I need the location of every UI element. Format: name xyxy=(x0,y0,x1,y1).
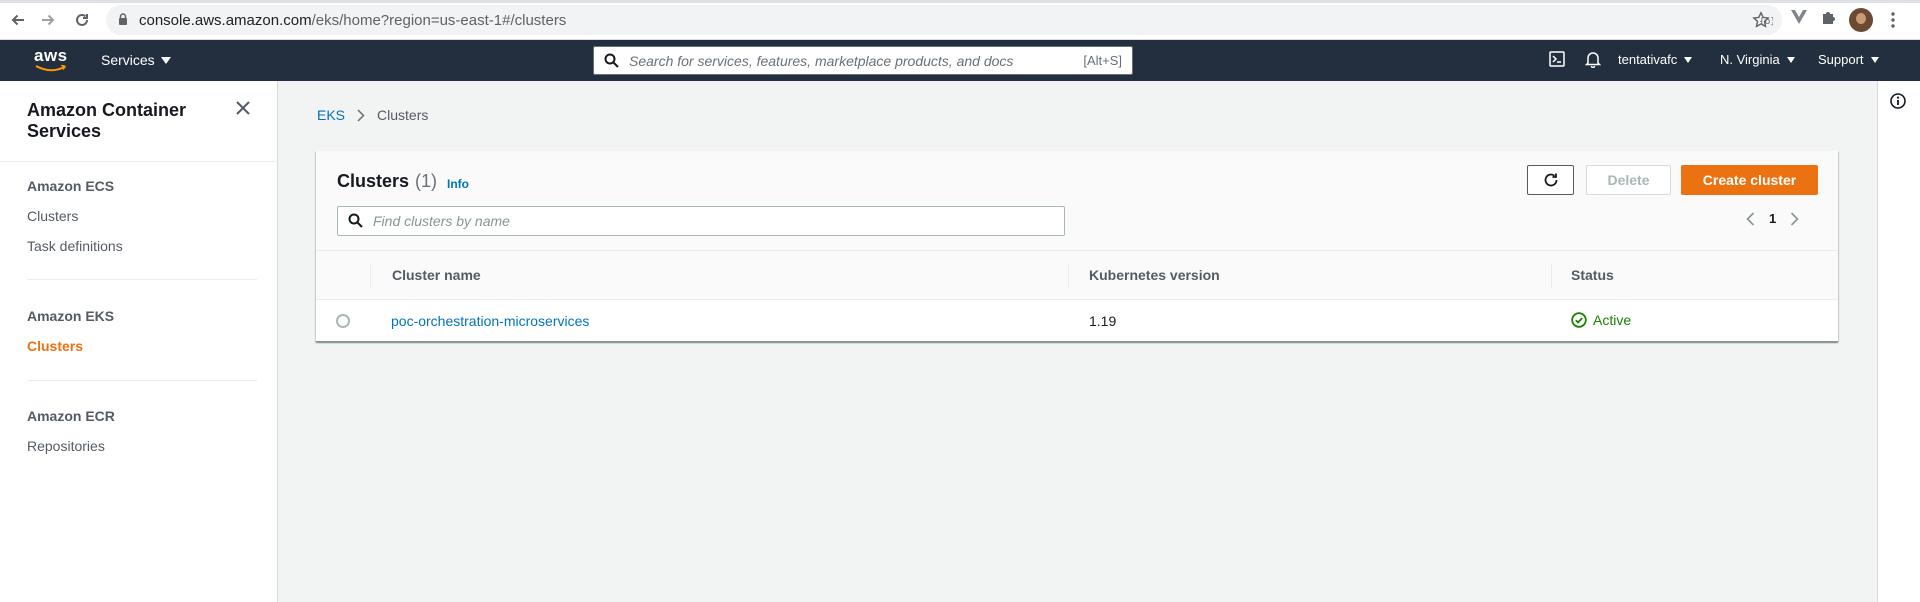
cluster-name-link[interactable]: poc-orchestration-microservices xyxy=(391,313,589,329)
close-icon xyxy=(236,101,250,115)
extension-icon[interactable]: {o} xyxy=(1759,13,1776,31)
arrow-left-icon xyxy=(11,14,24,26)
side-section-ecr: Amazon ECR xyxy=(27,408,115,424)
divider xyxy=(0,161,278,162)
caret-down-icon xyxy=(1786,56,1795,63)
search-placeholder: Search for services, features, marketpla… xyxy=(629,53,1014,69)
column-divider xyxy=(1551,264,1552,288)
avatar[interactable] xyxy=(1849,8,1873,32)
status-badge: Active xyxy=(1571,312,1631,328)
pagination: 1 xyxy=(1746,211,1799,226)
column-header-kubernetes-version[interactable]: Kubernetes version xyxy=(1089,267,1220,283)
create-cluster-button[interactable]: Create cluster xyxy=(1681,165,1818,195)
refresh-icon xyxy=(1544,173,1557,187)
cluster-filter-input[interactable]: Find clusters by name xyxy=(337,206,1065,236)
notifications-button[interactable] xyxy=(1584,51,1602,73)
column-divider xyxy=(370,264,371,288)
url-text: console.aws.amazon.com/eks/home?region=u… xyxy=(139,12,567,29)
extensions-menu-button[interactable] xyxy=(1821,9,1837,30)
refresh-button[interactable] xyxy=(1527,165,1574,195)
search-icon xyxy=(604,53,619,68)
side-section-eks: Amazon EKS xyxy=(27,308,115,324)
delete-button[interactable]: Delete xyxy=(1586,165,1671,195)
caret-down-icon xyxy=(1684,56,1693,63)
divider xyxy=(27,380,257,381)
kubernetes-version: 1.19 xyxy=(1089,313,1117,329)
code-extension-icon: {o} xyxy=(1759,17,1776,27)
page-title: Clusters (1) xyxy=(337,171,438,191)
table-header-row: Cluster name Kubernetes version Status xyxy=(316,251,1838,300)
row-select-radio[interactable] xyxy=(336,314,350,328)
side-link-eks-clusters[interactable]: Clusters xyxy=(27,338,83,354)
breadcrumb-clusters: Clusters xyxy=(377,107,429,123)
clusters-table-container: Clusters (1) Info Delete Create cluster … xyxy=(316,151,1838,342)
column-divider xyxy=(1068,264,1069,288)
arrow-right-icon xyxy=(42,14,55,26)
info-icon xyxy=(1890,93,1906,109)
caret-down-icon xyxy=(160,56,171,64)
tools-rail xyxy=(1877,81,1920,602)
chevron-left-icon[interactable] xyxy=(1746,211,1755,226)
cluster-count: (1) xyxy=(415,171,438,191)
more-vertical-icon xyxy=(1891,12,1895,28)
caret-down-icon xyxy=(1870,56,1879,63)
aws-top-nav: aws Services Search for services, featur… xyxy=(0,40,1920,81)
vue-extension-icon xyxy=(1791,10,1807,24)
info-panel-button[interactable] xyxy=(1890,93,1906,114)
page-number[interactable]: 1 xyxy=(1769,211,1776,226)
side-nav-title[interactable]: Amazon Container Services xyxy=(27,100,227,142)
side-link-ecs-clusters[interactable]: Clusters xyxy=(27,208,78,224)
column-header-cluster-name[interactable]: Cluster name xyxy=(392,267,481,283)
account-menu[interactable]: tentativafc xyxy=(1618,52,1693,67)
side-navigation: Amazon Container Services Amazon ECS Clu… xyxy=(0,81,278,602)
aws-logo[interactable]: aws xyxy=(34,46,68,74)
services-menu[interactable]: Services xyxy=(101,52,171,68)
puzzle-icon xyxy=(1823,12,1835,24)
forward-button[interactable] xyxy=(36,8,60,32)
extension-icon[interactable] xyxy=(1790,9,1808,30)
support-menu[interactable]: Support xyxy=(1818,52,1879,67)
back-button[interactable] xyxy=(6,8,30,32)
column-header-status[interactable]: Status xyxy=(1571,267,1614,283)
reload-button[interactable] xyxy=(70,8,94,32)
chevron-right-icon xyxy=(357,108,365,122)
aws-smile-icon xyxy=(35,65,67,72)
global-search-input[interactable]: Search for services, features, marketpla… xyxy=(593,46,1133,75)
region-menu[interactable]: N. Virginia xyxy=(1720,52,1795,67)
terminal-icon xyxy=(1549,51,1565,67)
breadcrumb: EKS Clusters xyxy=(317,107,428,123)
side-link-repositories[interactable]: Repositories xyxy=(27,438,105,454)
divider xyxy=(27,279,257,280)
browser-menu-button[interactable] xyxy=(1891,12,1895,33)
table-header-region: Clusters (1) Info Delete Create cluster … xyxy=(316,151,1838,251)
cloudshell-button[interactable] xyxy=(1549,51,1565,72)
search-icon xyxy=(348,213,363,228)
side-section-ecs: Amazon ECS xyxy=(27,178,115,194)
table-row: poc-orchestration-microservices 1.19 Act… xyxy=(316,300,1838,342)
search-shortcut: [Alt+S] xyxy=(1083,53,1122,68)
check-circle-icon xyxy=(1571,312,1587,328)
svg-text:{o}: {o} xyxy=(1759,17,1773,26)
close-nav-button[interactable] xyxy=(236,101,250,120)
chevron-right-icon[interactable] xyxy=(1790,211,1799,226)
address-bar[interactable]: console.aws.amazon.com/eks/home?region=u… xyxy=(106,5,1782,35)
browser-tab-strip xyxy=(0,0,1920,3)
filter-placeholder: Find clusters by name xyxy=(373,213,510,229)
bell-icon xyxy=(1584,52,1602,69)
breadcrumb-eks[interactable]: EKS xyxy=(317,107,345,123)
info-link[interactable]: Info xyxy=(447,177,469,191)
lock-icon xyxy=(119,13,127,25)
browser-toolbar: console.aws.amazon.com/eks/home?region=u… xyxy=(0,0,1920,40)
reload-icon xyxy=(76,13,88,26)
side-link-task-definitions[interactable]: Task definitions xyxy=(27,238,123,254)
